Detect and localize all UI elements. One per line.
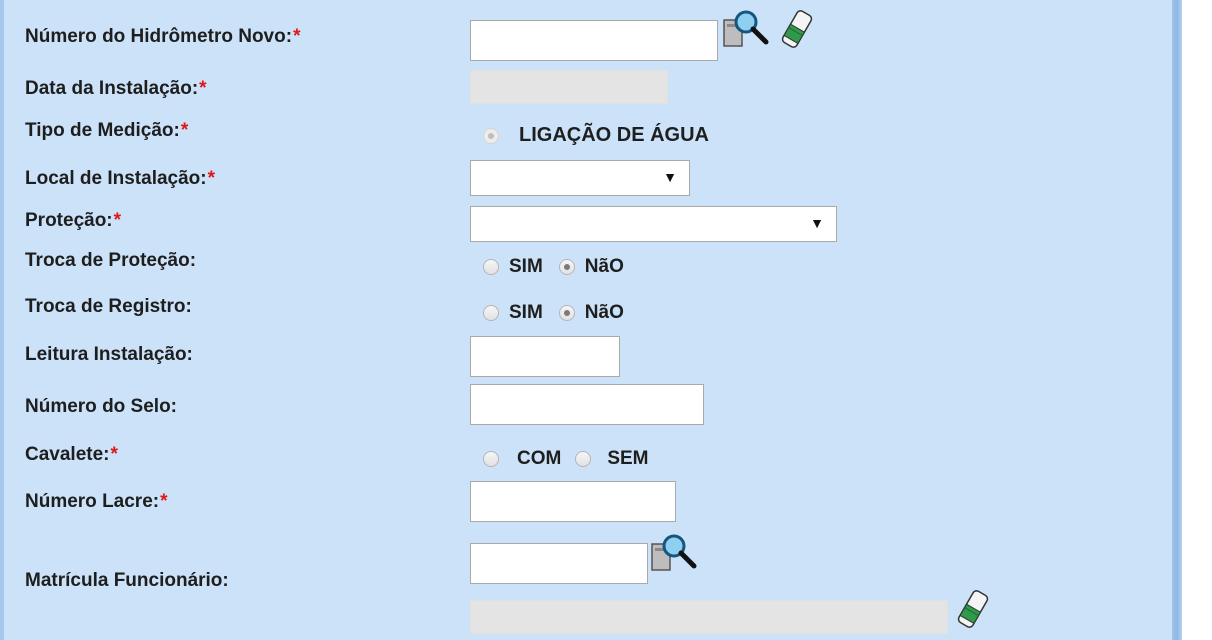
numero-selo-label: Número do Selo: xyxy=(25,396,178,417)
tipo-medicao-label: Tipo de Medição:* xyxy=(25,120,189,141)
search-icon[interactable] xyxy=(722,8,772,52)
required-mark: * xyxy=(207,168,216,189)
required-mark: * xyxy=(199,78,207,99)
local-instalacao-select[interactable]: ▼ xyxy=(470,160,690,196)
troca-protecao-sim-radio[interactable] xyxy=(483,259,499,275)
troca-registro-nao-label: NãO xyxy=(584,302,624,323)
cavalete-group: COM SEM xyxy=(483,448,649,470)
matricula-funcionario-label: Matrícula Funcionário: xyxy=(25,570,229,591)
cavalete-sem-label: SEM xyxy=(607,448,649,469)
troca-registro-label: Troca de Registro: xyxy=(25,296,192,317)
required-mark: * xyxy=(113,210,122,231)
numero-hidrometro-input[interactable] xyxy=(470,20,718,61)
eraser-icon[interactable] xyxy=(780,8,814,50)
cavalete-label: Cavalete:* xyxy=(25,444,118,465)
eraser-icon[interactable] xyxy=(956,588,990,630)
troca-protecao-group: SIM NãO xyxy=(483,256,624,278)
troca-registro-group: SIM NãO xyxy=(483,302,624,324)
troca-protecao-nao-label: NãO xyxy=(584,256,624,277)
troca-registro-nao-radio[interactable] xyxy=(558,305,575,321)
tipo-medicao-radio xyxy=(483,127,499,144)
data-instalacao-input xyxy=(470,70,668,104)
frame-outer-margin xyxy=(1182,0,1212,640)
tipo-medicao-group: LIGAÇÃO DE ÁGUA xyxy=(483,124,709,147)
cavalete-sem-radio[interactable] xyxy=(575,451,592,467)
required-mark: * xyxy=(160,491,168,512)
required-mark: * xyxy=(110,444,118,465)
troca-protecao-label: Troca de Proteção: xyxy=(25,250,197,271)
protecao-select[interactable]: ▼ xyxy=(470,206,837,242)
matricula-funcionario-input[interactable] xyxy=(470,543,648,584)
chevron-down-icon: ▼ xyxy=(663,169,677,185)
cavalete-com-label: COM xyxy=(517,448,562,469)
cavalete-com-radio[interactable] xyxy=(483,451,499,467)
required-mark: * xyxy=(180,120,189,141)
required-mark: * xyxy=(293,26,301,47)
troca-protecao-sim-label: SIM xyxy=(509,256,543,277)
numero-hidrometro-label: Número do Hidrômetro Novo:* xyxy=(25,26,301,47)
frame-left-border xyxy=(0,0,4,640)
leitura-instalacao-label: Leitura Instalação: xyxy=(25,344,193,365)
troca-registro-sim-label: SIM xyxy=(509,302,543,323)
numero-lacre-input[interactable] xyxy=(470,481,676,522)
tipo-medicao-option-label: LIGAÇÃO DE ÁGUA xyxy=(519,124,709,146)
numero-lacre-label: Número Lacre:* xyxy=(25,491,168,512)
leitura-instalacao-input[interactable] xyxy=(470,336,620,377)
search-icon[interactable] xyxy=(650,532,700,576)
local-instalacao-label: Local de Instalação:* xyxy=(25,168,216,189)
frame-right-border xyxy=(1172,0,1182,640)
numero-selo-input[interactable] xyxy=(470,384,704,425)
troca-protecao-nao-radio[interactable] xyxy=(558,259,575,275)
protecao-label: Proteção:* xyxy=(25,210,122,231)
funcionario-name-display xyxy=(470,600,948,634)
troca-registro-sim-radio[interactable] xyxy=(483,305,499,321)
data-instalacao-label: Data da Instalação:* xyxy=(25,78,207,99)
chevron-down-icon: ▼ xyxy=(810,215,824,231)
